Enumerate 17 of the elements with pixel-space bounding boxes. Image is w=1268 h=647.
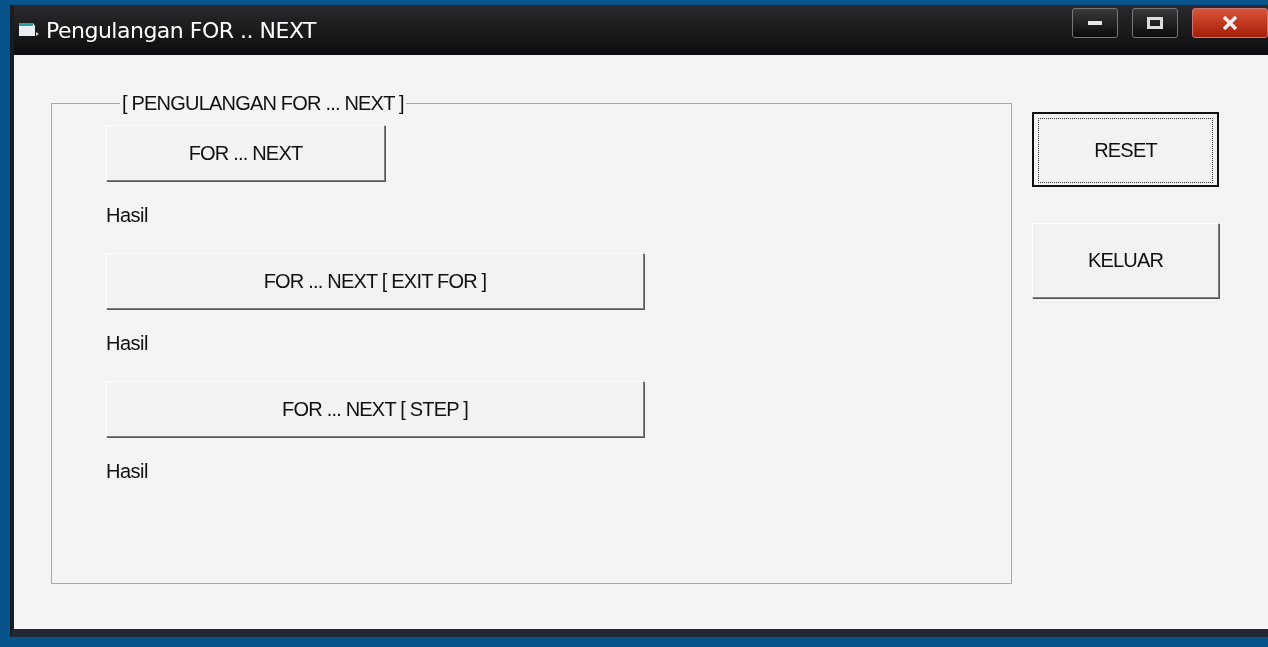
close-icon — [1222, 16, 1238, 30]
maximize-icon — [1147, 17, 1163, 29]
loop-button[interactable]: FOR ... NEXT — [106, 125, 385, 181]
minimize-icon — [1087, 20, 1103, 26]
loop-button[interactable]: FOR ... NEXT [ EXIT FOR ] — [106, 253, 644, 309]
window-icon — [18, 21, 40, 39]
maximize-button[interactable] — [1132, 8, 1178, 38]
close-button[interactable] — [1192, 8, 1268, 38]
minimize-button[interactable] — [1072, 8, 1118, 38]
group-title: [ PENGULANGAN FOR ... NEXT ] — [121, 92, 405, 115]
result-label: Hasil — [106, 204, 149, 227]
action-button[interactable]: KELUAR — [1032, 223, 1219, 298]
window-title: Pengulangan FOR .. NEXT — [46, 17, 316, 43]
loop-button[interactable]: FOR ... NEXT [ STEP ] — [106, 381, 644, 437]
result-label: Hasil — [106, 332, 149, 355]
result-label: Hasil — [106, 460, 149, 483]
action-button[interactable]: RESET — [1032, 112, 1219, 187]
